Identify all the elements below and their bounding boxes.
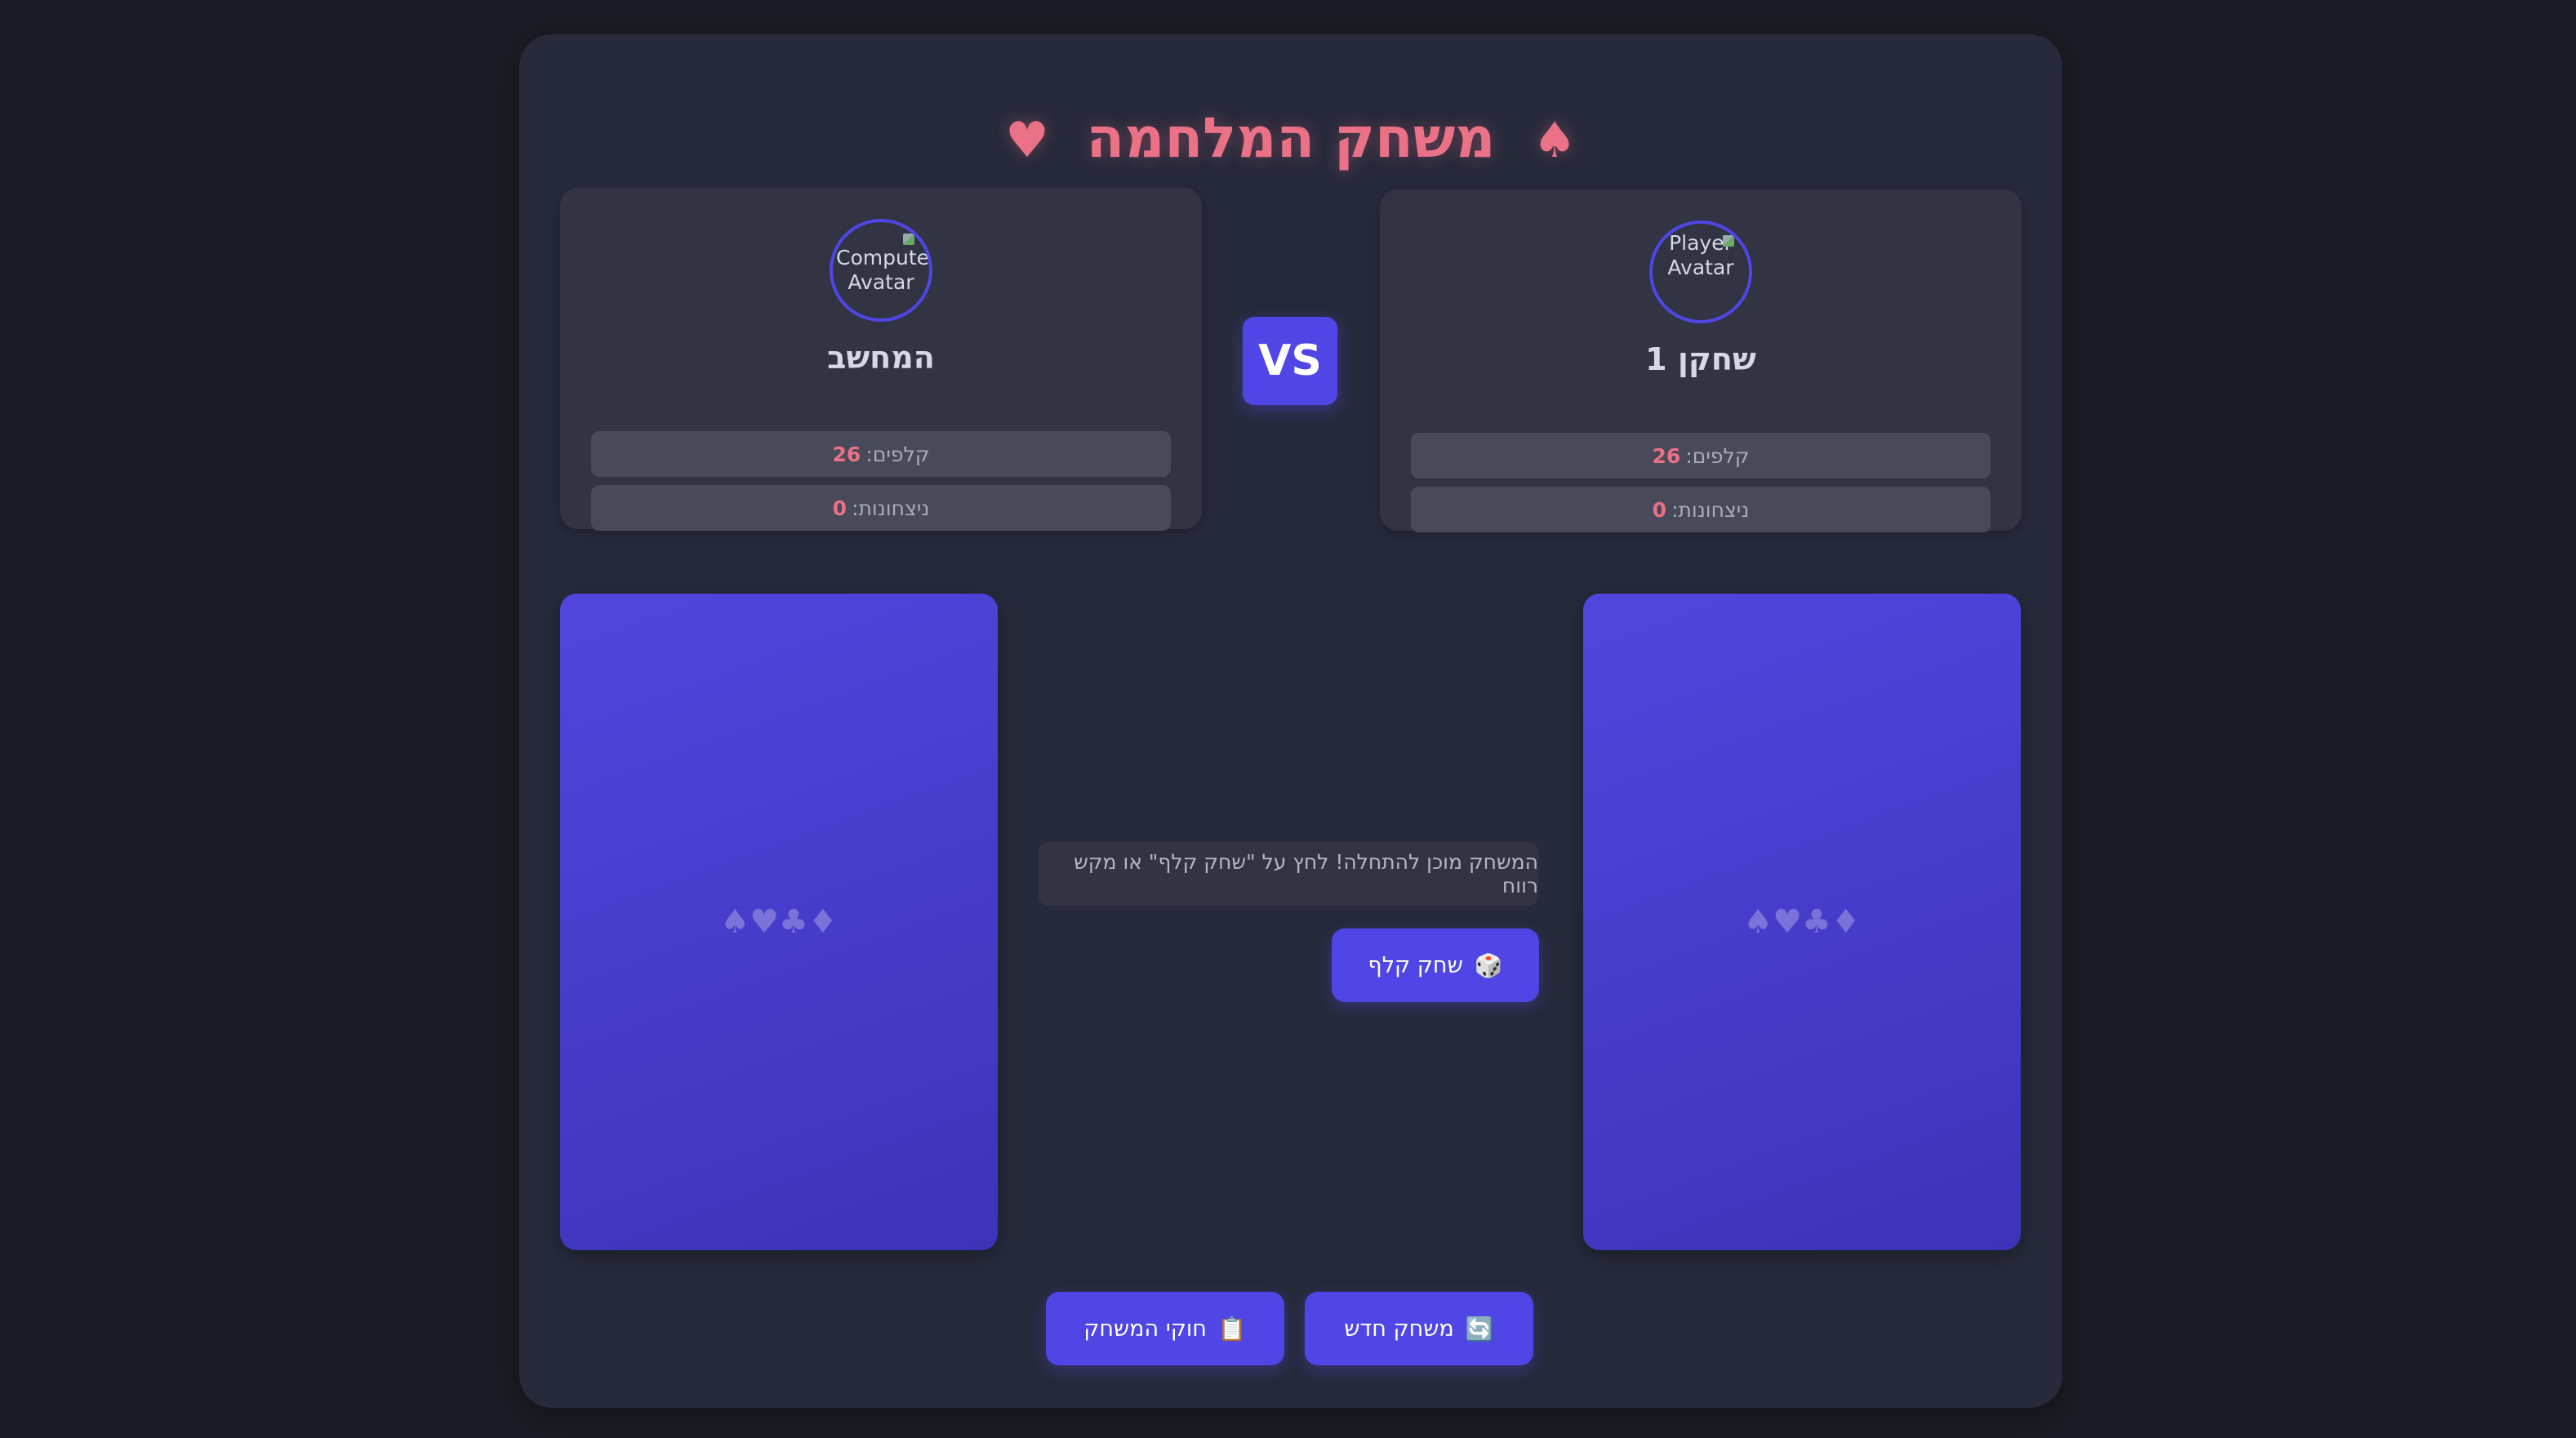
clipboard-icon: 📋 — [1217, 1315, 1247, 1342]
refresh-icon: 🔄 — [1465, 1315, 1494, 1342]
computer-wins-value: 0 — [832, 496, 848, 520]
player-wins-label: ניצחונות: — [1671, 497, 1750, 522]
computer-cards-label: קלפים: — [865, 442, 930, 466]
rules-button[interactable]: 📋 חוקי המשחק — [1046, 1292, 1284, 1365]
player-cards-label: קלפים: — [1685, 443, 1750, 468]
player-card-deck[interactable]: ♠♥♣♦ — [1583, 594, 2021, 1250]
card-back-suits-icon: ♠♥♣♦ — [720, 903, 838, 941]
broken-image-icon — [1723, 235, 1734, 247]
card-back-suits-icon: ♠♥♣♦ — [1743, 903, 1861, 941]
player-cards-stat: קלפים: 26 — [1411, 433, 1991, 479]
vs-badge: VS — [1243, 317, 1337, 405]
title-text: משחק המלחמה — [1086, 106, 1496, 171]
heart-icon: ♥ — [1005, 112, 1049, 169]
computer-cards-stat: קלפים: 26 — [591, 431, 1171, 477]
computer-avatar-alt: Computer Avatar — [836, 246, 932, 294]
player-avatar: Player Avatar — [1649, 220, 1752, 323]
broken-image-icon — [903, 234, 914, 245]
page-title: ♠ משחק המלחמה ♥ — [519, 98, 2062, 181]
player-wins-value: 0 — [1652, 497, 1667, 522]
new-game-button[interactable]: 🔄 משחק חדש — [1305, 1292, 1533, 1365]
spade-icon: ♠ — [1533, 112, 1577, 169]
player-name: שחקן 1 — [1645, 341, 1756, 377]
dice-icon: 🎲 — [1474, 951, 1503, 979]
computer-card-deck: ♠♥♣♦ — [560, 594, 998, 1250]
computer-cards-value: 26 — [832, 442, 861, 466]
rules-label: חוקי המשחק — [1083, 1316, 1207, 1342]
new-game-label: משחק חדש — [1344, 1316, 1454, 1342]
play-card-label: שחק קלף — [1368, 952, 1463, 978]
computer-wins-stat: ניצחונות: 0 — [591, 485, 1171, 531]
play-card-button[interactable]: 🎲 שחק קלף — [1332, 928, 1539, 1002]
player-panel: Player Avatar שחקן 1 קלפים: 26 ניצחונות:… — [1380, 189, 2022, 532]
player-wins-stat: ניצחונות: 0 — [1411, 487, 1991, 532]
computer-wins-label: ניצחונות: — [852, 496, 930, 520]
computer-name: המחשב — [827, 340, 935, 376]
player-cards-value: 26 — [1652, 443, 1681, 468]
computer-avatar: Computer Avatar — [830, 219, 932, 322]
game-container: ♠ משחק המלחמה ♥ Computer Avatar המחשב קל… — [519, 34, 2062, 1408]
status-message: המשחק מוכן להתחלה! לחץ על "שחק קלף" או מ… — [1039, 842, 1538, 906]
computer-panel: Computer Avatar המחשב קלפים: 26 ניצחונות… — [560, 188, 1202, 531]
